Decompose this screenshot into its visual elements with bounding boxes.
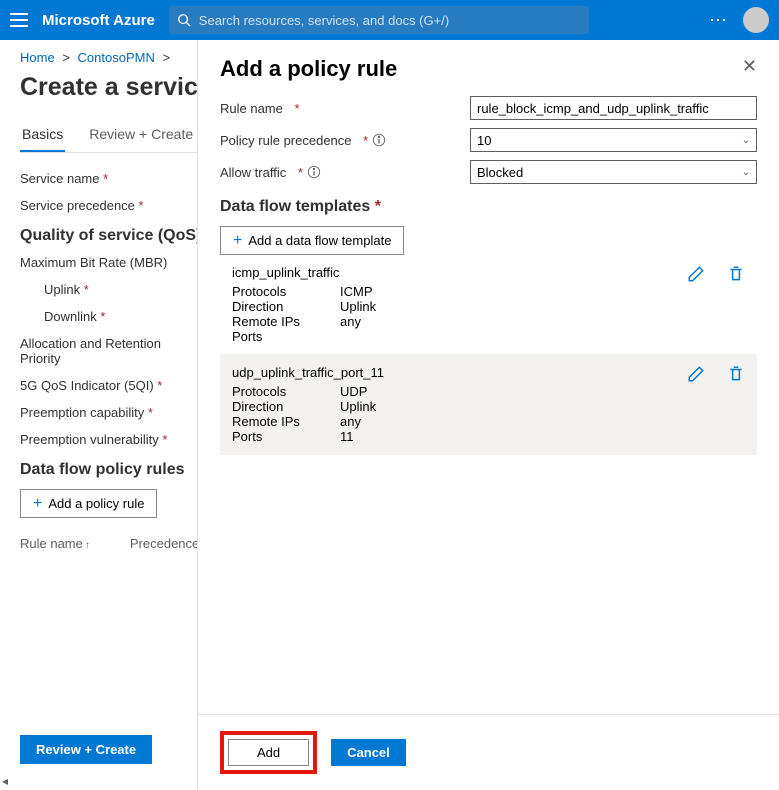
col-precedence[interactable]: Precedence	[130, 536, 199, 551]
close-icon[interactable]: ✕	[742, 56, 757, 77]
edit-icon[interactable]	[687, 365, 705, 383]
sort-up-icon: ↑	[85, 540, 90, 551]
avatar[interactable]	[743, 7, 769, 33]
templates-heading: Data flow templates *	[220, 198, 757, 216]
info-icon[interactable]	[307, 165, 321, 179]
label-rule-precedence: Policy rule precedence *	[220, 133, 470, 148]
label-5qi: 5G QoS Indicator (5QI) *	[20, 378, 200, 393]
template-name: udp_uplink_traffic_port_11	[220, 365, 757, 380]
review-create-button[interactable]: Review + Create	[20, 735, 152, 764]
label-service-precedence: Service precedence *	[20, 198, 200, 213]
search-icon	[177, 13, 191, 27]
chevron-down-icon: ⌄	[742, 135, 750, 146]
breadcrumb-home[interactable]: Home	[20, 50, 55, 65]
tab-basics[interactable]: Basics	[20, 120, 65, 152]
global-search[interactable]	[169, 6, 589, 34]
info-icon[interactable]	[372, 133, 386, 147]
delete-icon[interactable]	[727, 365, 745, 383]
label-allow-traffic: Allow traffic *	[220, 165, 470, 180]
add-template-button[interactable]: + Add a data flow template	[220, 226, 404, 255]
col-rule-name[interactable]: Rule name↑	[20, 536, 90, 551]
brand-logo: Microsoft Azure	[42, 12, 155, 29]
breadcrumb-parent[interactable]: ContosoPMN	[78, 50, 155, 65]
search-input[interactable]	[199, 13, 581, 28]
scroll-left-hint: ◂	[2, 774, 8, 788]
hamburger-icon[interactable]	[10, 13, 28, 27]
azure-top-bar: Microsoft Azure ⋯	[0, 0, 779, 40]
allow-traffic-select[interactable]: Blocked⌄	[470, 160, 757, 184]
flyout-footer: Add Cancel	[198, 714, 779, 790]
label-mbr: Maximum Bit Rate (MBR)	[20, 255, 200, 270]
add-policy-rule-panel: Add a policy rule ✕ Rule name * Policy r…	[197, 40, 779, 790]
edit-icon[interactable]	[687, 265, 705, 283]
rule-name-input[interactable]	[470, 96, 757, 120]
flyout-title: Add a policy rule	[220, 56, 397, 82]
add-button[interactable]: Add	[228, 739, 309, 766]
label-preemp-vuln: Preemption vulnerability *	[20, 432, 200, 447]
label-preemp-cap: Preemption capability *	[20, 405, 200, 420]
template-name: icmp_uplink_traffic	[220, 265, 757, 280]
add-policy-rule-button[interactable]: + Add a policy rule	[20, 489, 157, 518]
label-service-name: Service name *	[20, 171, 200, 186]
plus-icon: +	[33, 497, 42, 511]
tab-review[interactable]: Review + Create	[87, 120, 195, 152]
label-arp: Allocation and Retention Priority	[20, 336, 200, 366]
template-item: udp_uplink_traffic_port_11ProtocolsUDPDi…	[220, 355, 757, 455]
more-icon[interactable]: ⋯	[709, 10, 729, 31]
label-rule-name: Rule name *	[220, 101, 470, 116]
chevron-down-icon: ⌄	[742, 167, 750, 178]
precedence-select[interactable]: 10⌄	[470, 128, 757, 152]
cancel-button[interactable]: Cancel	[331, 739, 406, 766]
template-item: icmp_uplink_trafficProtocolsICMPDirectio…	[220, 255, 757, 355]
plus-icon: +	[233, 234, 242, 248]
highlight-box: Add	[220, 731, 317, 774]
delete-icon[interactable]	[727, 265, 745, 283]
